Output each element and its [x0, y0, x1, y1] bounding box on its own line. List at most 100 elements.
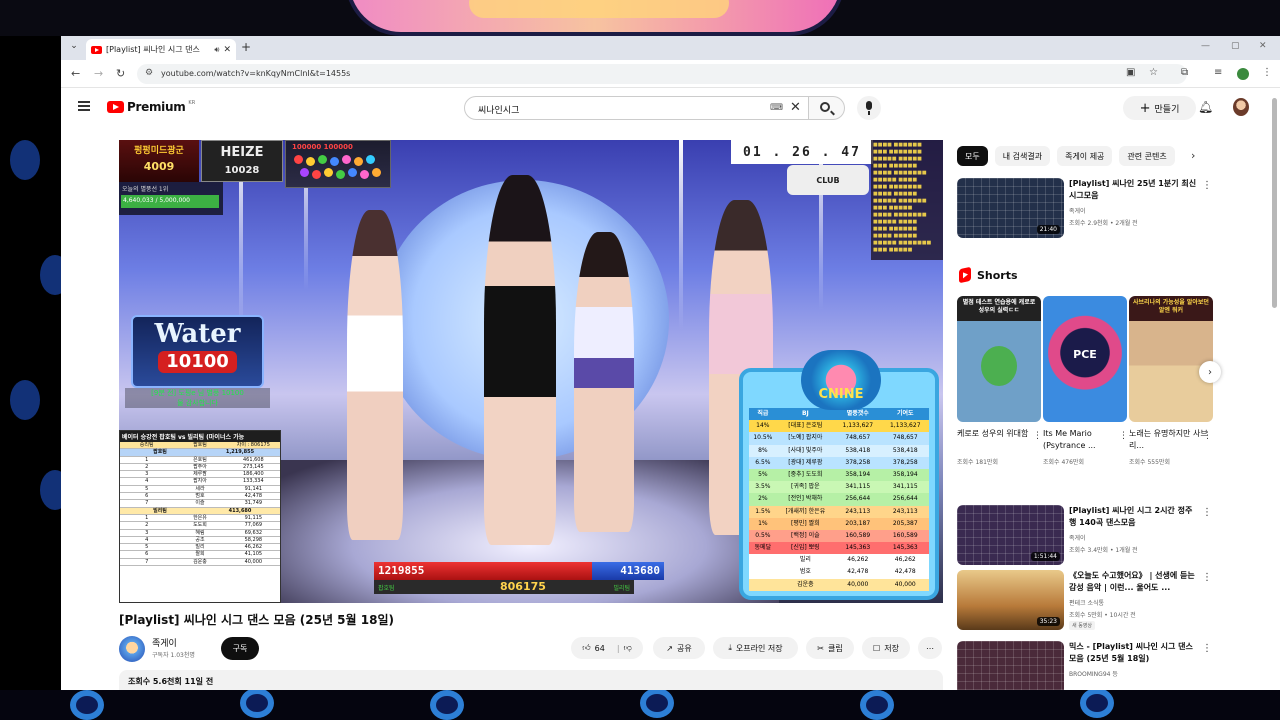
heize-badge: HEIZE 10028: [201, 140, 283, 182]
speaker-icon[interactable]: 🔊︎: [214, 45, 219, 55]
more-icon[interactable]: ⋮: [1202, 180, 1212, 191]
short-thumbnail[interactable]: PCE: [1043, 296, 1127, 422]
more-icon[interactable]: ⋮: [1033, 431, 1042, 441]
page-scrollbar[interactable]: [1272, 98, 1277, 308]
badge-number: 4009: [143, 160, 175, 173]
subscribe-button[interactable]: 구독: [221, 637, 259, 660]
board-column-header: 직급: [757, 410, 769, 417]
channel-avatar[interactable]: [119, 636, 145, 662]
donor-line: ■■■ ■■■■■: [873, 205, 913, 211]
back-icon[interactable]: ←: [71, 67, 80, 80]
video-channel[interactable]: 족게이: [1069, 533, 1086, 542]
thumbs-down-icon[interactable]: 👎︎: [624, 643, 632, 653]
bell-icon[interactable]: 🔔︎: [1198, 100, 1213, 114]
short-title[interactable]: 케로로 성우의 위대함: [957, 428, 1037, 440]
star-balloons: 341,115: [845, 483, 871, 491]
recommended-video[interactable]: 35:23 《오늘도 수고했어요》 | 선생에 듣는 감성 음악 | 이런...…: [957, 570, 1272, 632]
bj-name: [백정] 이슬: [791, 531, 820, 539]
contribution: 378,258: [892, 458, 918, 466]
video-description-box[interactable]: 조회수 5.6천회 11일 전: [119, 670, 943, 690]
member-name: 팝주아: [193, 463, 207, 470]
video-player[interactable]: 펑펑미드광군 4009 HEIZE 10028 100000 100000 오늘의 …: [119, 140, 943, 603]
rank-percent: 3.5%: [755, 483, 771, 491]
short-thumbnail[interactable]: 사브리나의 가능성을 알아보던 알엔 워커: [1129, 296, 1213, 422]
video-title[interactable]: 믹스 - [Playlist] 씨나인 시그 댄스 모음 (25년 5월 18일…: [1069, 641, 1199, 665]
save-button[interactable]: ☐ 저장: [862, 637, 910, 659]
donor-line: ■■■ ■■■■■■■: [873, 184, 922, 190]
short-title[interactable]: 노래는 유명하지만 사브리...: [1129, 428, 1209, 452]
clip-button[interactable]: ✂ 클립: [806, 637, 854, 659]
close-icon[interactable]: ✕: [223, 45, 231, 55]
youtube-premium-logo[interactable]: Premium KR: [107, 100, 195, 114]
forward-icon[interactable]: →: [94, 67, 103, 80]
search-button[interactable]: [809, 96, 845, 120]
more-icon[interactable]: ⋮: [1202, 572, 1212, 583]
clear-search-icon[interactable]: ✕: [790, 100, 801, 115]
recommended-video[interactable]: 믹스 - [Playlist] 씨나인 시그 댄스 모음 (25년 5월 18일…: [957, 641, 1272, 690]
board-row: 김운충 40,000 40,000: [749, 578, 929, 591]
short-title[interactable]: Its Me Mario (Psytrance ...: [1043, 428, 1123, 452]
ball: [366, 155, 375, 164]
recommended-video[interactable]: 1:51:44 [Playlist] 씨나인 시그 2시간 정주행 140곡 댄…: [957, 505, 1272, 567]
hamburger-menu-icon[interactable]: [78, 101, 90, 111]
shorts-next-button[interactable]: ›: [1199, 361, 1221, 383]
bj-name: [개새끼] 한은유: [785, 507, 826, 515]
video-channel[interactable]: BROOMING94 등: [1069, 669, 1118, 678]
search-input[interactable]: 씨나인시그 ⌨ ✕: [464, 96, 809, 120]
video-title[interactable]: [Playlist] 씨나인 25년 1분기 최신 시그모음: [1069, 178, 1199, 202]
member-name: 세라: [195, 485, 205, 492]
video-channel[interactable]: 편테크 소식통: [1069, 598, 1104, 607]
video-thumbnail[interactable]: 21:40: [957, 178, 1064, 238]
browser-tab[interactable]: [Playlist] 씨나인 시그 댄스 🔊︎ ✕: [86, 39, 236, 60]
more-icon[interactable]: ⋮: [1203, 431, 1212, 441]
more-actions-button[interactable]: ⋯: [918, 637, 942, 659]
chip-from-channel[interactable]: 족게이 제공: [1057, 146, 1113, 166]
window-close-icon[interactable]: ✕: [1259, 41, 1267, 51]
maximize-icon[interactable]: ▢: [1231, 41, 1240, 51]
thumbs-up-icon[interactable]: 👍︎: [582, 643, 590, 653]
ball: [300, 168, 309, 177]
browser-menu-icon[interactable]: ⋮: [1262, 67, 1272, 78]
score-right-team: 빌리팀: [613, 584, 630, 592]
account-avatar[interactable]: [1233, 98, 1249, 116]
video-title[interactable]: 《오늘도 수고했어요》 | 선생에 듣는 감성 음악 | 이런... 울어도 .…: [1069, 570, 1199, 594]
video-channel[interactable]: 족게이: [1069, 206, 1086, 215]
url-field[interactable]: ⚙ youtube.com/watch?v=knKqyNmClnI&t=1455…: [137, 64, 1187, 84]
cast-icon[interactable]: ▣: [1126, 67, 1135, 78]
more-icon[interactable]: ⋮: [1202, 643, 1212, 654]
chevron-right-icon[interactable]: ›: [1191, 149, 1195, 162]
address-bar: ← → ↻ ⚙ youtube.com/watch?v=knKqyNmClnI&…: [61, 60, 1280, 88]
contribution: 42,478: [894, 568, 916, 576]
chip-related[interactable]: 관련 콘텐츠: [1119, 146, 1175, 166]
more-icon[interactable]: ⋮: [1202, 507, 1212, 518]
short-thumbnail[interactable]: 별점 테스트 연습용에 캐로로 성우의 실력ㄷㄷ: [957, 296, 1041, 422]
video-thumbnail[interactable]: [957, 641, 1064, 690]
bj-name: [노예] 팝지아: [788, 434, 823, 442]
media-icon[interactable]: ≡: [1214, 67, 1222, 78]
more-icon[interactable]: ⋮: [1119, 431, 1128, 441]
reload-icon[interactable]: ↻: [116, 67, 125, 80]
extensions-icon[interactable]: ⧉: [1181, 67, 1188, 78]
keyboard-icon[interactable]: ⌨: [770, 103, 783, 113]
board-row: 1.5% [개새끼] 한은유 243,113 243,113: [749, 505, 929, 518]
profile-icon[interactable]: [1237, 68, 1249, 80]
new-tab-icon[interactable]: +: [241, 40, 251, 54]
tab-search-icon[interactable]: ⌄: [67, 41, 81, 55]
download-button[interactable]: ⤓ 오프라인 저장: [713, 637, 798, 659]
site-info-icon[interactable]: ⚙: [145, 68, 153, 78]
voice-search-icon[interactable]: [857, 96, 881, 120]
video-thumbnail[interactable]: 1:51:44: [957, 505, 1064, 565]
rank: 5: [145, 544, 149, 551]
minimize-icon[interactable]: —: [1201, 41, 1210, 51]
video-thumbnail[interactable]: 35:23: [957, 570, 1064, 630]
recommended-video[interactable]: 21:40 [Playlist] 씨나인 25년 1분기 최신 시그모음 족게이…: [957, 178, 1272, 240]
video-title[interactable]: [Playlist] 씨나인 시그 2시간 정주행 140곡 댄스모음: [1069, 505, 1199, 529]
donor-line: ■■■ ■■■■■■: [873, 163, 918, 169]
bookmark-star-icon[interactable]: ☆: [1149, 67, 1158, 78]
chip-all[interactable]: 모두: [957, 146, 988, 166]
chip-my-results[interactable]: 내 검색결과: [994, 146, 1051, 166]
channel-name[interactable]: 족게이: [152, 636, 177, 649]
create-button[interactable]: + 만들기: [1123, 96, 1196, 120]
like-count[interactable]: 64: [595, 644, 605, 653]
share-button[interactable]: ↗ 공유: [653, 637, 705, 659]
